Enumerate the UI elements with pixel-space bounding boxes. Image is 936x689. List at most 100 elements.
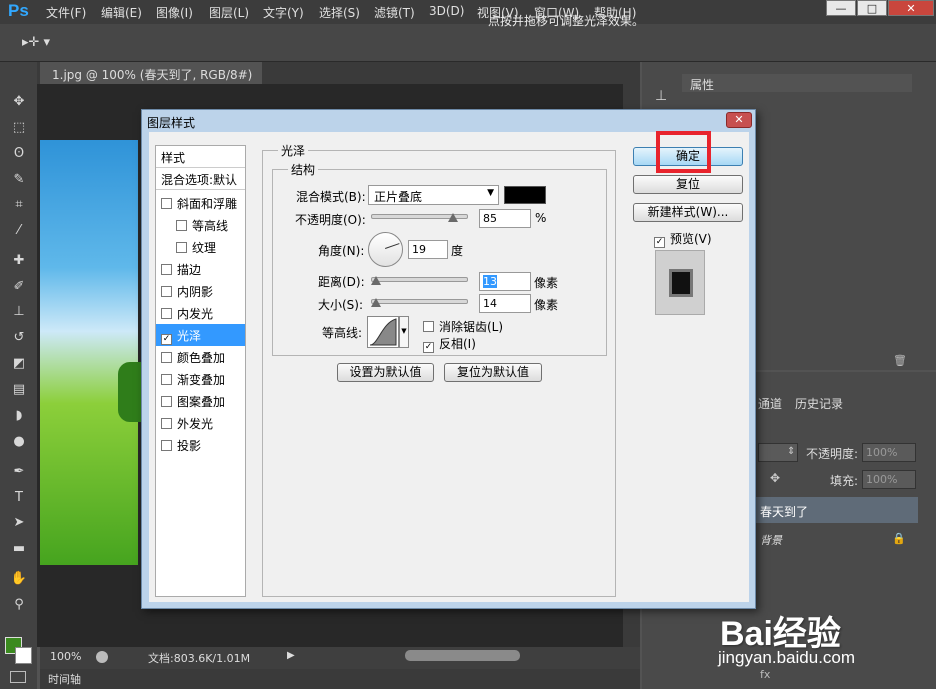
style-checkbox[interactable] — [161, 440, 172, 451]
history-tab[interactable]: 历史记录 — [795, 395, 843, 412]
satin-blend-mode-select[interactable]: 正片叠底 ▼ — [368, 185, 499, 205]
blur-tool-icon[interactable]: ◗ — [10, 408, 28, 424]
antialias-checkbox[interactable] — [423, 321, 434, 332]
style-contour[interactable]: 等高线 — [156, 214, 245, 236]
dialog-close-icon[interactable]: ✕ — [726, 112, 752, 128]
horizontal-scrollbar-thumb[interactable] — [405, 650, 520, 661]
style-checkbox[interactable] — [161, 198, 172, 209]
preview-option[interactable]: ✓ 预览(V) — [654, 230, 712, 248]
timeline-panel-tab[interactable]: 时间轴 — [40, 669, 640, 689]
marquee-tool-icon[interactable]: ⬚ — [10, 120, 28, 136]
style-checkbox[interactable] — [161, 374, 172, 385]
distance-slider-handle[interactable] — [370, 276, 381, 285]
status-info-icon[interactable] — [96, 651, 108, 663]
preview-checkbox[interactable]: ✓ — [654, 237, 665, 248]
restore-button[interactable]: □ — [857, 0, 887, 16]
size-field[interactable]: 14 — [479, 294, 531, 313]
style-color-overlay[interactable]: 颜色叠加 — [156, 346, 245, 368]
stamp-tool-icon[interactable]: ⊥ — [10, 304, 28, 320]
style-inner-shadow[interactable]: 内阴影 — [156, 280, 245, 302]
style-checkbox[interactable] — [161, 264, 172, 275]
angle-field[interactable]: 19 — [408, 240, 448, 259]
crop-tool-icon[interactable]: ⌗ — [10, 197, 28, 213]
menu-image[interactable]: 图像(I) — [156, 4, 193, 21]
move-tool-icon[interactable]: ✥ — [10, 94, 28, 110]
eraser-tool-icon[interactable]: ◩ — [10, 356, 28, 372]
lock-position-icon[interactable]: ✥ — [770, 471, 780, 485]
style-bevel-emboss[interactable]: 斜面和浮雕 — [156, 192, 245, 214]
eyedropper-tool-icon[interactable]: ⁄ — [10, 223, 28, 239]
menu-file[interactable]: 文件(F) — [46, 4, 86, 21]
style-inner-glow[interactable]: 内发光 — [156, 302, 245, 324]
style-checkbox[interactable]: ✓ — [161, 334, 172, 345]
history-brush-tool-icon[interactable]: ↺ — [10, 330, 28, 346]
style-list-header[interactable]: 样式 — [156, 146, 245, 168]
style-satin[interactable]: ✓ 光泽 — [156, 324, 245, 346]
menu-select[interactable]: 选择(S) — [319, 4, 360, 21]
size-slider-track[interactable] — [371, 299, 468, 304]
style-checkbox[interactable] — [176, 220, 187, 231]
zoom-level[interactable]: 100% — [50, 650, 81, 663]
reset-button[interactable]: 复位 — [633, 175, 743, 194]
dodge-tool-icon[interactable]: ● — [10, 434, 28, 450]
background-color-swatch[interactable] — [15, 647, 32, 664]
menu-layer[interactable]: 图层(L) — [209, 4, 249, 21]
style-checkbox[interactable] — [161, 308, 172, 319]
shape-tool-icon[interactable]: ▬ — [10, 541, 28, 557]
make-default-button[interactable]: 设置为默认值 — [337, 363, 434, 382]
size-slider-handle[interactable] — [370, 298, 381, 307]
path-select-tool-icon[interactable]: ➤ — [10, 515, 28, 531]
quick-select-tool-icon[interactable]: ✎ — [10, 172, 28, 188]
move-tool-preset-icon[interactable]: ▸✛ ▾ — [22, 35, 50, 50]
minimize-button[interactable]: — — [826, 0, 856, 16]
style-checkbox[interactable] — [176, 242, 187, 253]
style-checkbox[interactable] — [161, 396, 172, 407]
opacity-field[interactable]: 85 — [479, 209, 531, 228]
style-checkbox[interactable] — [161, 352, 172, 363]
style-outer-glow[interactable]: 外发光 — [156, 412, 245, 434]
style-checkbox[interactable] — [161, 418, 172, 429]
antialias-option[interactable]: 消除锯齿(L) — [423, 318, 503, 335]
style-pattern-overlay[interactable]: 图案叠加 — [156, 390, 245, 412]
type-tool-icon[interactable]: T — [10, 490, 28, 506]
pen-tool-icon[interactable]: ✒ — [10, 464, 28, 480]
hand-tool-icon[interactable]: ✋ — [10, 571, 28, 587]
stamp-panel-icon[interactable]: ⊥ — [655, 88, 667, 104]
layer-fx-icon[interactable]: fx — [760, 668, 770, 681]
reset-default-button[interactable]: 复位为默认值 — [444, 363, 542, 382]
style-drop-shadow[interactable]: 投影 — [156, 434, 245, 456]
blending-options-item[interactable]: 混合选项:默认 — [156, 168, 245, 190]
healing-brush-tool-icon[interactable]: ✚ — [10, 253, 28, 269]
lasso-tool-icon[interactable]: ʘ — [10, 146, 28, 162]
layers-fill-field[interactable]: 100% — [862, 470, 916, 489]
angle-dial[interactable] — [368, 232, 403, 267]
status-menu-arrow-icon[interactable]: ▶ — [287, 650, 295, 661]
distance-field[interactable]: 13 — [479, 272, 531, 291]
document-tab[interactable]: 1.jpg @ 100% (春天到了, RGB/8#) * × — [40, 62, 262, 97]
style-texture[interactable]: 纹理 — [156, 236, 245, 258]
properties-trash-icon[interactable]: 🗑 — [893, 354, 907, 367]
layers-opacity-field[interactable]: 100% — [862, 443, 916, 462]
blend-mode-dropdown[interactable]: ⇕ — [758, 443, 798, 462]
invert-checkbox[interactable]: ✓ — [423, 342, 434, 353]
window-close-button[interactable]: ✕ — [888, 0, 934, 16]
style-stroke[interactable]: 描边 — [156, 258, 245, 280]
menu-type[interactable]: 文字(Y) — [263, 4, 304, 21]
canvas-image[interactable] — [40, 140, 138, 565]
satin-color-swatch[interactable] — [504, 186, 546, 204]
contour-picker[interactable] — [367, 316, 399, 348]
style-gradient-overlay[interactable]: 渐变叠加 — [156, 368, 245, 390]
new-style-button[interactable]: 新建样式(W)... — [633, 203, 743, 222]
distance-slider-track[interactable] — [371, 277, 468, 282]
quick-mask-icon[interactable] — [10, 671, 26, 683]
menu-3d[interactable]: 3D(D) — [429, 4, 464, 18]
contour-dropdown-arrow-icon[interactable]: ▼ — [399, 316, 409, 348]
menu-filter[interactable]: 滤镜(T) — [374, 4, 415, 21]
properties-tab[interactable]: 属性 — [690, 76, 714, 93]
invert-option[interactable]: ✓ 反相(I) — [423, 335, 476, 353]
style-checkbox[interactable] — [161, 286, 172, 297]
channels-tab[interactable]: 通道 — [758, 395, 782, 412]
brush-tool-icon[interactable]: ✐ — [10, 279, 28, 295]
gradient-tool-icon[interactable]: ▤ — [10, 382, 28, 398]
zoom-tool-icon[interactable]: ⚲ — [10, 597, 28, 613]
